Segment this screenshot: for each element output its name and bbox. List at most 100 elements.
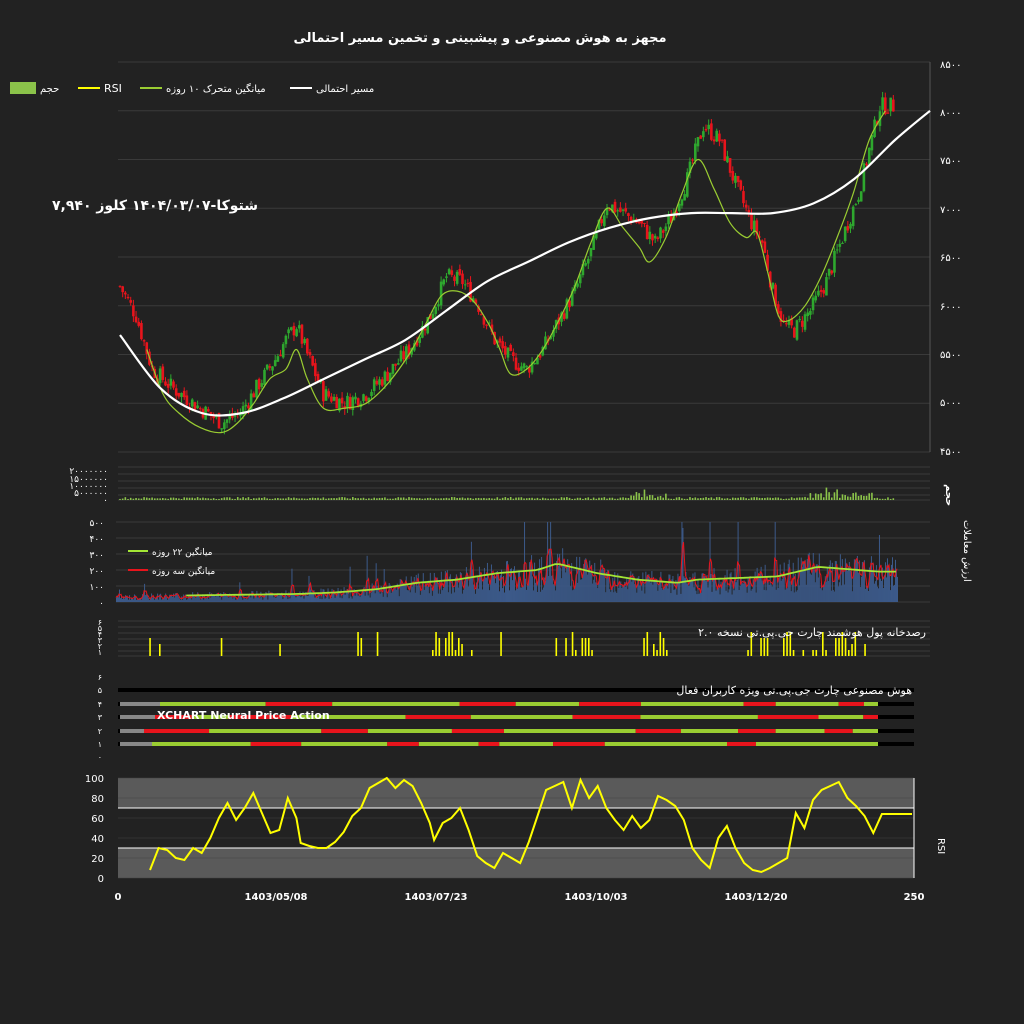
value-bar [634, 584, 636, 602]
value-bar [789, 581, 791, 602]
candle-body [330, 396, 333, 402]
chart-canvas: مجهز به هوش مصنوعی و پیشبینی و تخمین مسی… [10, 31, 972, 903]
ai-tick: ۶ [98, 673, 102, 682]
candle-body [461, 273, 464, 285]
volume-bar [576, 497, 579, 500]
value-bar [522, 585, 524, 602]
value-bar [891, 557, 893, 602]
value-bar [402, 585, 404, 602]
pattern-bar [461, 644, 463, 656]
candle-body [833, 250, 836, 273]
candle-body [455, 271, 459, 284]
pattern-bar [451, 632, 454, 656]
volume-bar [675, 497, 678, 500]
candle-body [867, 147, 871, 165]
candle-body [437, 304, 440, 307]
volume-bar [496, 497, 499, 500]
candle-body [498, 338, 502, 343]
value-bar [259, 598, 261, 602]
value-bar [780, 580, 782, 602]
value-bar [452, 587, 454, 602]
rsi-panel: 100 80 60 40 20 0 RSI [85, 774, 946, 885]
candle-body [586, 258, 590, 264]
pattern-bar [555, 638, 558, 656]
value-bar [770, 584, 772, 602]
value-bar [728, 589, 730, 602]
value-bar [526, 589, 528, 602]
value-bar [342, 593, 344, 602]
value-bar [447, 592, 449, 602]
pattern-bar [825, 650, 827, 656]
value-bar [298, 596, 300, 602]
ai-panel: ۶ ۵ ۴ ۳ ۲ ۱ ۰ هوش مصنوعی چارت جی.پی.تی و… [98, 673, 914, 762]
value-bar [441, 590, 443, 602]
volume-bar [531, 497, 533, 500]
pattern-bar [438, 638, 441, 656]
volume-bar [376, 498, 378, 500]
candle-body [423, 328, 427, 331]
value-bar [417, 573, 419, 602]
value-bar [645, 571, 647, 602]
candle-body [793, 327, 796, 338]
volume-tick: ۰ [103, 496, 108, 506]
value-bar [303, 598, 305, 602]
volume-bar [343, 497, 346, 500]
candle-body [784, 323, 788, 325]
value-bar [662, 589, 664, 602]
value-bar [840, 585, 842, 602]
volume-bar [303, 498, 306, 500]
value-bar [487, 583, 489, 602]
volume-bar [215, 498, 218, 500]
volume-bar [445, 497, 448, 500]
candle-body [857, 199, 860, 202]
value-bar [574, 586, 576, 602]
value-bar [566, 566, 568, 602]
ai-tick: ۳ [98, 713, 103, 722]
legend-volume-label: حجم [40, 84, 59, 95]
volume-bar [814, 493, 817, 500]
volume-bar [748, 498, 750, 500]
value-bar [516, 586, 518, 602]
volume-bar [400, 497, 402, 500]
value-bar [484, 577, 486, 602]
value-bar [341, 598, 343, 602]
volume-bar [723, 498, 726, 500]
candle-body [843, 226, 847, 242]
pattern-bar [815, 650, 818, 656]
volume-bar [683, 498, 686, 500]
value-bar [206, 598, 208, 602]
value-bar [545, 580, 547, 602]
volume-bar [734, 497, 737, 500]
value-bar [337, 587, 339, 602]
candle-body [445, 276, 448, 278]
value-bar [205, 598, 207, 602]
value-bar [141, 599, 143, 602]
value-bar [289, 598, 291, 602]
volume-bar [627, 498, 630, 500]
value-bar [527, 584, 529, 602]
value-bar [625, 586, 627, 602]
volume-bar [448, 498, 450, 500]
volume-bar [194, 498, 196, 500]
candle-body [364, 396, 368, 401]
rsi-tick: 0 [98, 874, 104, 885]
volume-bar [796, 497, 798, 500]
volume-bar [346, 498, 349, 500]
value-bar [339, 597, 341, 602]
value-bar [179, 598, 181, 602]
volume-bar [298, 498, 301, 500]
value-bar [439, 593, 441, 602]
candle-body [616, 210, 620, 212]
volume-bar [341, 497, 343, 500]
value-bar [422, 573, 424, 602]
volume-bar [678, 497, 681, 500]
candle-body [346, 395, 349, 408]
candle-body [661, 230, 665, 233]
value-bar [623, 586, 625, 602]
candle-body [295, 329, 298, 337]
value-bar [160, 593, 162, 602]
candle-body [124, 292, 127, 295]
value-bar [562, 548, 564, 602]
volume-bar [279, 498, 282, 500]
candle-body [817, 290, 820, 296]
